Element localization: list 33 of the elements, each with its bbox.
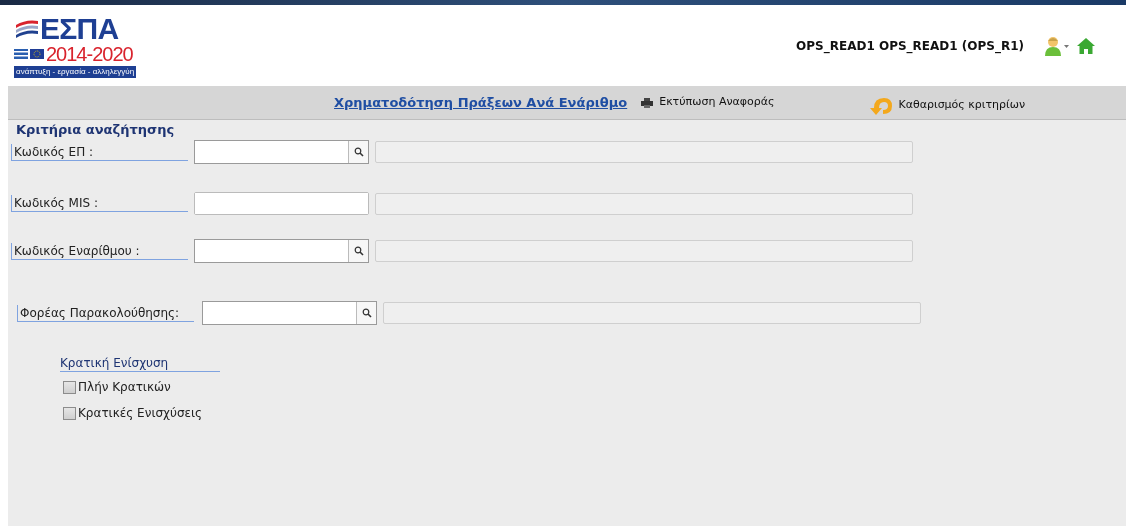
field-label: Κωδικός MIS : xyxy=(11,195,188,212)
field-label: Κωδικός ΕΠ : xyxy=(11,143,188,161)
clear-criteria-button[interactable]: Καθαρισμός κριτηρίων xyxy=(870,93,1026,118)
input-field[interactable] xyxy=(195,193,368,214)
flags-icon xyxy=(14,48,44,59)
field-label: Φορέας Παρακολούθησης: xyxy=(17,304,194,322)
user-menu-button[interactable] xyxy=(1044,35,1070,56)
logo-title: ΕΣΠΑ xyxy=(40,13,119,44)
search-icon xyxy=(361,308,372,318)
printer-icon xyxy=(641,97,654,108)
field-label: Κωδικός Εναρίθμου : xyxy=(11,242,188,260)
checkbox-label: Κρατικές Ενισχύσεις xyxy=(78,405,203,422)
home-icon xyxy=(1076,36,1096,55)
print-button[interactable]: Εκτύπωση Αναφοράς xyxy=(641,94,775,111)
lookup-field[interactable] xyxy=(194,140,369,164)
checkbox[interactable] xyxy=(63,406,76,420)
search-button[interactable] xyxy=(348,240,368,262)
lookup-field[interactable] xyxy=(202,301,377,325)
checkbox[interactable] xyxy=(63,380,76,394)
logo-years: 2014-2020 xyxy=(46,43,133,64)
search-button[interactable] xyxy=(356,302,376,324)
search-icon xyxy=(353,246,364,256)
lookup-field[interactable] xyxy=(194,239,369,263)
home-button[interactable] xyxy=(1076,36,1096,55)
checkbox-label: Πλήν Κρατικών xyxy=(78,379,171,396)
search-button[interactable] xyxy=(348,141,368,163)
page-title-link[interactable]: Χρηματοδότηση Πράξεων Ανά Ενάριθμο xyxy=(334,92,628,113)
search-icon xyxy=(353,147,364,157)
logo-slogan: ανάπτυξη - εργασία - αλληλεγγύη xyxy=(14,65,137,78)
group-label: Κρατική Ενίσχυση xyxy=(60,355,220,372)
user-icon xyxy=(1044,35,1070,56)
user-name: OPS_READ1 OPS_READ1 (OPS_R1) xyxy=(796,37,1024,55)
section-heading: Κριτήρια αναζήτησης xyxy=(16,122,176,138)
